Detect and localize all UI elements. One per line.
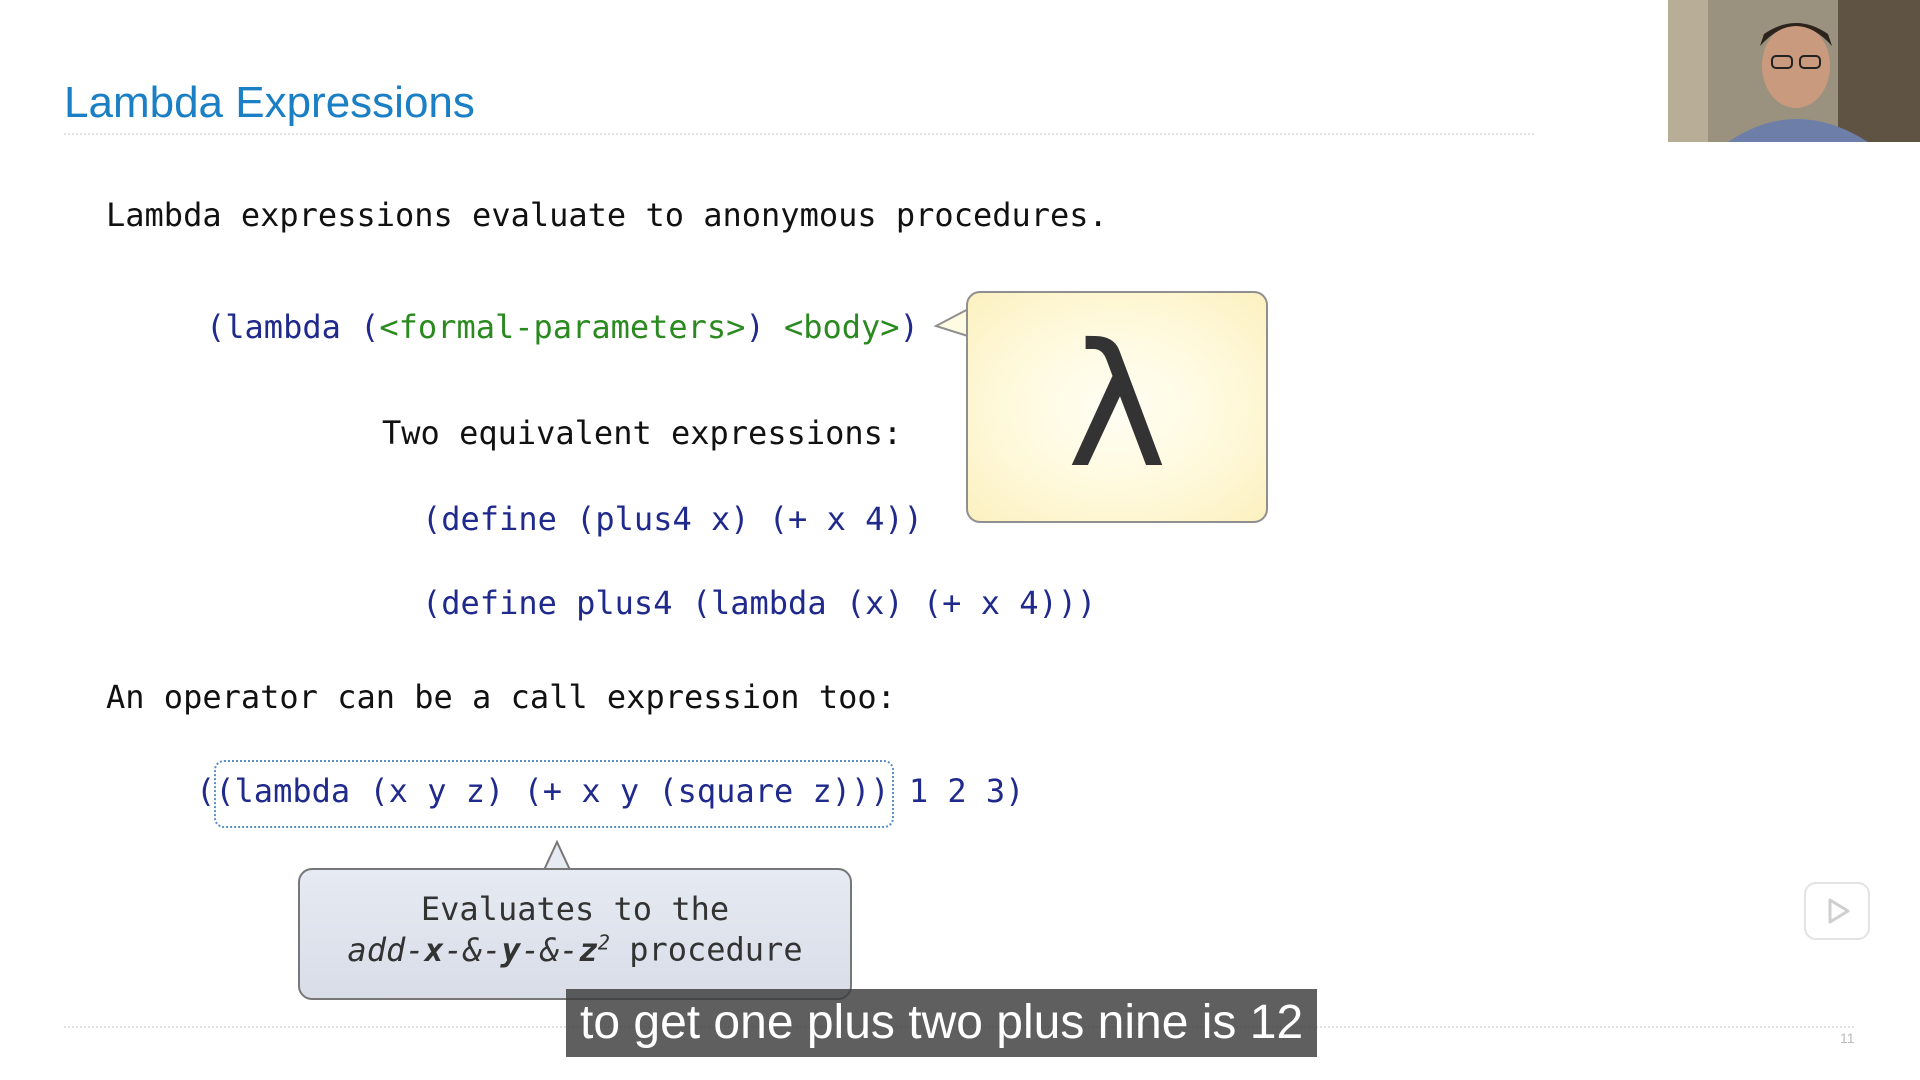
syntax-mid: ) [745,308,784,346]
expr-define: (define (plus4 x) (+ x 4)) [422,500,923,538]
slide-title: Lambda Expressions [64,78,475,127]
call-operator: (lambda (x y z) (+ x y (square z))) [215,772,890,810]
operator-heading: An operator can be a call expression too… [106,678,896,716]
webcam-feed [1668,0,1920,142]
expr-define-lambda: (define plus4 (lambda (x) (+ x 4))) [422,584,1097,622]
proc-part-add: add- [347,930,425,969]
proc-part-and1: -&- [443,930,502,969]
equivalent-heading: Two equivalent expressions: [382,414,903,452]
lambda-symbol: λ [1066,308,1168,506]
proc-part-and2: -&- [520,930,579,969]
evaluates-tail: procedure [609,930,803,969]
syntax-open: (lambda ( [206,308,380,346]
syntax-body: <body> [783,308,900,346]
call-args: 1 2 3) [889,772,1025,810]
play-button[interactable] [1804,882,1870,940]
video-subtitle: to get one plus two plus nine is 12 [566,989,1318,1057]
page-number: 11 [1840,1030,1855,1046]
proc-part-z: z [578,930,598,969]
evaluates-callout: Evaluates to the add-x-&-y-&-z2 procedur… [298,868,852,1000]
evaluates-callout-pointer [542,839,572,872]
proc-part-y: y [501,930,521,969]
call-expression: ((lambda (x y z) (+ x y (square z))) 1 2… [196,772,1024,810]
intro-text: Lambda expressions evaluate to anonymous… [106,196,1108,234]
syntax-params: <formal-parameters> [379,308,746,346]
presenter-silhouette [1668,0,1920,142]
call-outer-open: ( [196,772,216,810]
play-icon [1828,898,1850,924]
proc-name: add-x-&-y-&-z2 [347,930,610,969]
proc-part-exponent: 2 [597,930,610,954]
syntax-close: ) [899,308,919,346]
lambda-callout: λ [966,291,1268,523]
evaluates-line2: add-x-&-y-&-z2 procedure [300,930,850,969]
lambda-syntax: (lambda (<formal-parameters>) <body>) [206,308,919,346]
title-divider [64,133,1534,135]
proc-part-x: x [424,930,444,969]
evaluates-line1: Evaluates to the [420,890,730,928]
